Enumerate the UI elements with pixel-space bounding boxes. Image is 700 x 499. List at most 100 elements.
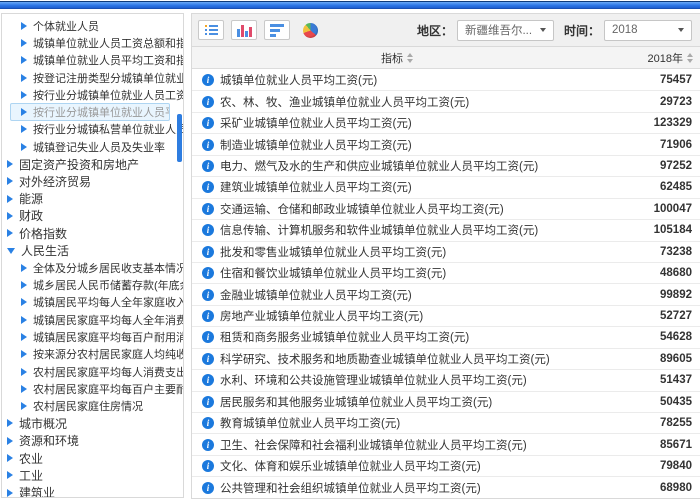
sidebar-item[interactable]: 城镇居民家庭平均每百户耐用消费品拥有量 [2, 328, 183, 345]
tree-expand-icon [7, 471, 13, 479]
info-icon[interactable]: i [202, 74, 214, 86]
info-icon[interactable]: i [202, 117, 214, 129]
table-row[interactable]: i居民服务和其他服务业城镇单位就业人员平均工资(元)50435 [192, 391, 700, 412]
sidebar-item[interactable]: 按行业分城镇单位就业人员工资总额 [2, 86, 183, 103]
sidebar-item[interactable]: 按登记注册类型分城镇单位就业人员平均工资 [2, 69, 183, 86]
table-row[interactable]: i采矿业城镇单位就业人员平均工资(元)123329 [192, 112, 700, 133]
sidebar-item[interactable]: 财政 [2, 207, 183, 224]
info-icon[interactable]: i [202, 417, 214, 429]
list-view-button[interactable] [198, 20, 224, 40]
indicator-label: 制造业城镇单位就业人员平均工资(元) [220, 137, 412, 153]
info-icon[interactable]: i [202, 482, 214, 494]
sidebar-item[interactable]: 固定资产投资和房地产 [2, 155, 183, 172]
table-row[interactable]: i文化、体育和娱乐业城镇单位就业人员平均工资(元)79840 [192, 455, 700, 476]
sidebar-item[interactable]: 城镇登记失业人员及失业率 [2, 138, 183, 155]
sidebar-item[interactable]: 资源和环境 [2, 432, 183, 449]
table-row[interactable]: i住宿和餐饮业城镇单位就业人员平均工资(元)48680 [192, 262, 700, 283]
sidebar-item[interactable]: 对外经济贸易 [2, 173, 183, 190]
info-icon[interactable]: i [202, 331, 214, 343]
info-icon[interactable]: i [202, 310, 214, 322]
info-icon[interactable]: i [202, 460, 214, 472]
sidebar-item[interactable]: 城镇单位就业人员工资总额和指数 [2, 34, 183, 51]
sidebar-item-label: 城镇居民平均每人全年家庭收入来源 [33, 294, 183, 310]
sidebar-item-label: 城镇登记失业人员及失业率 [33, 139, 165, 155]
tree-collapse-icon [7, 248, 15, 254]
sidebar-item[interactable]: 个体就业人员 [2, 17, 183, 34]
indicator-value: 52727 [610, 310, 700, 322]
info-icon[interactable]: i [202, 160, 214, 172]
info-icon[interactable]: i [202, 181, 214, 193]
sidebar-item[interactable]: 人民生活 [2, 242, 183, 259]
indicator-label: 信息传输、计算机服务和软件业城镇单位就业人员平均工资(元) [220, 222, 538, 238]
column-chart-view-button[interactable] [231, 20, 257, 40]
table-row[interactable]: i金融业城镇单位就业人员平均工资(元)99892 [192, 283, 700, 304]
sidebar-item[interactable]: 农村居民家庭住房情况 [2, 398, 183, 415]
table-row[interactable]: i信息传输、计算机服务和软件业城镇单位就业人员平均工资(元)105184 [192, 219, 700, 240]
sidebar-item[interactable]: 城镇居民家庭平均每人全年消费性支出 [2, 311, 183, 328]
sidebar-item[interactable]: 按行业分城镇单位就业人员平均工资 [10, 103, 170, 120]
table-row[interactable]: i公共管理和社会组织城镇单位就业人员平均工资(元)68980 [192, 476, 700, 497]
table-row[interactable]: i水利、环境和公共设施管理业城镇单位就业人员平均工资(元)51437 [192, 369, 700, 390]
indicator-label: 卫生、社会保障和社会福利业城镇单位就业人员平均工资(元) [220, 437, 527, 453]
info-icon[interactable]: i [202, 439, 214, 451]
info-icon[interactable]: i [202, 224, 214, 236]
tree-expand-icon [21, 39, 27, 47]
sidebar-item[interactable]: 城镇居民平均每人全年家庭收入来源 [2, 294, 183, 311]
table-row[interactable]: i交通运输、仓储和邮政业城镇单位就业人员平均工资(元)100047 [192, 198, 700, 219]
column-header-year[interactable]: 2018年 [602, 50, 700, 66]
sidebar-scrollbar-thumb[interactable] [177, 114, 182, 162]
sidebar-item[interactable]: 价格指数 [2, 225, 183, 242]
top-scrollbar[interactable] [0, 1, 700, 9]
indicator-cell: i建筑业城镇单位就业人员平均工资(元) [192, 179, 610, 195]
table-row[interactable]: i教育城镇单位就业人员平均工资(元)78255 [192, 412, 700, 433]
sidebar-item[interactable]: 全体及分城乡居民收支基本情况(新口径) [2, 259, 183, 276]
indicator-cell: i农、林、牧、渔业城镇单位就业人员平均工资(元) [192, 94, 610, 110]
info-icon[interactable]: i [202, 96, 214, 108]
time-select[interactable]: 2018 [604, 20, 692, 41]
indicator-cell: i文化、体育和娱乐业城镇单位就业人员平均工资(元) [192, 458, 610, 474]
table-row[interactable]: i建筑业城镇单位就业人员平均工资(元)62485 [192, 176, 700, 197]
sidebar-item[interactable]: 工业 [2, 467, 183, 484]
table-row[interactable]: i城镇单位就业人员平均工资(元)75457 [192, 69, 700, 90]
table-body: i城镇单位就业人员平均工资(元)75457i农、林、牧、渔业城镇单位就业人员平均… [192, 69, 700, 498]
indicator-value: 78255 [610, 417, 700, 429]
table-row[interactable]: i房地产业城镇单位就业人员平均工资(元)52727 [192, 305, 700, 326]
sidebar-item[interactable]: 农村居民家庭平均每百户主要耐用消费品拥有量 [2, 380, 183, 397]
sidebar-item[interactable]: 城镇单位就业人员平均工资和指数 [2, 52, 183, 69]
info-icon[interactable]: i [202, 353, 214, 365]
table-row[interactable]: i科学研究、技术服务和地质勘查业城镇单位就业人员平均工资(元)89605 [192, 348, 700, 369]
indicator-value: 71906 [610, 139, 700, 151]
table-row[interactable]: i租赁和商务服务业城镇单位就业人员平均工资(元)54628 [192, 326, 700, 347]
sidebar-item[interactable]: 城市概况 [2, 415, 183, 432]
sidebar-item[interactable]: 农业 [2, 449, 183, 466]
sidebar: 个体就业人员城镇单位就业人员工资总额和指数城镇单位就业人员平均工资和指数按登记注… [1, 13, 184, 498]
pie-chart-view-button[interactable] [297, 20, 323, 40]
info-icon[interactable]: i [202, 246, 214, 258]
info-icon[interactable]: i [202, 203, 214, 215]
bar-chart-view-button[interactable] [264, 20, 290, 40]
sidebar-item[interactable]: 建筑业 [2, 484, 183, 498]
sidebar-item-label: 资源和环境 [19, 432, 79, 449]
sidebar-item[interactable]: 农村居民家庭平均每人消费支出 [2, 363, 183, 380]
info-icon[interactable]: i [202, 396, 214, 408]
sidebar-item-label: 工业 [19, 467, 43, 484]
region-select[interactable]: 新疆维吾尔... [457, 20, 554, 41]
table-row[interactable]: i电力、燃气及水的生产和供应业城镇单位就业人员平均工资(元)97252 [192, 155, 700, 176]
info-icon[interactable]: i [202, 139, 214, 151]
info-icon[interactable]: i [202, 374, 214, 386]
sidebar-item[interactable]: 按行业分城镇私营单位就业人员平均工资 [2, 121, 183, 138]
list-view-icon [205, 25, 218, 35]
sidebar-item-label: 全体及分城乡居民收支基本情况(新口径) [33, 260, 183, 276]
sidebar-item[interactable]: 城乡居民人民币储蓄存款(年底余额) [2, 276, 183, 293]
sidebar-item-label: 价格指数 [19, 225, 67, 242]
table-row[interactable]: i农、林、牧、渔业城镇单位就业人员平均工资(元)29723 [192, 90, 700, 111]
tree-expand-icon [7, 437, 13, 445]
sidebar-item[interactable]: 能源 [2, 190, 183, 207]
info-icon[interactable]: i [202, 289, 214, 301]
info-icon[interactable]: i [202, 267, 214, 279]
table-row[interactable]: i 制造业城镇单位就业人员平均工资(元) 71906 [192, 133, 700, 154]
table-row[interactable]: i卫生、社会保障和社会福利业城镇单位就业人员平均工资(元)85671 [192, 433, 700, 454]
column-header-indicator[interactable]: 指标 [192, 50, 602, 66]
sidebar-item[interactable]: 按来源分农村居民家庭人均纯收入 [2, 346, 183, 363]
table-row[interactable]: i批发和零售业城镇单位就业人员平均工资(元)73238 [192, 241, 700, 262]
